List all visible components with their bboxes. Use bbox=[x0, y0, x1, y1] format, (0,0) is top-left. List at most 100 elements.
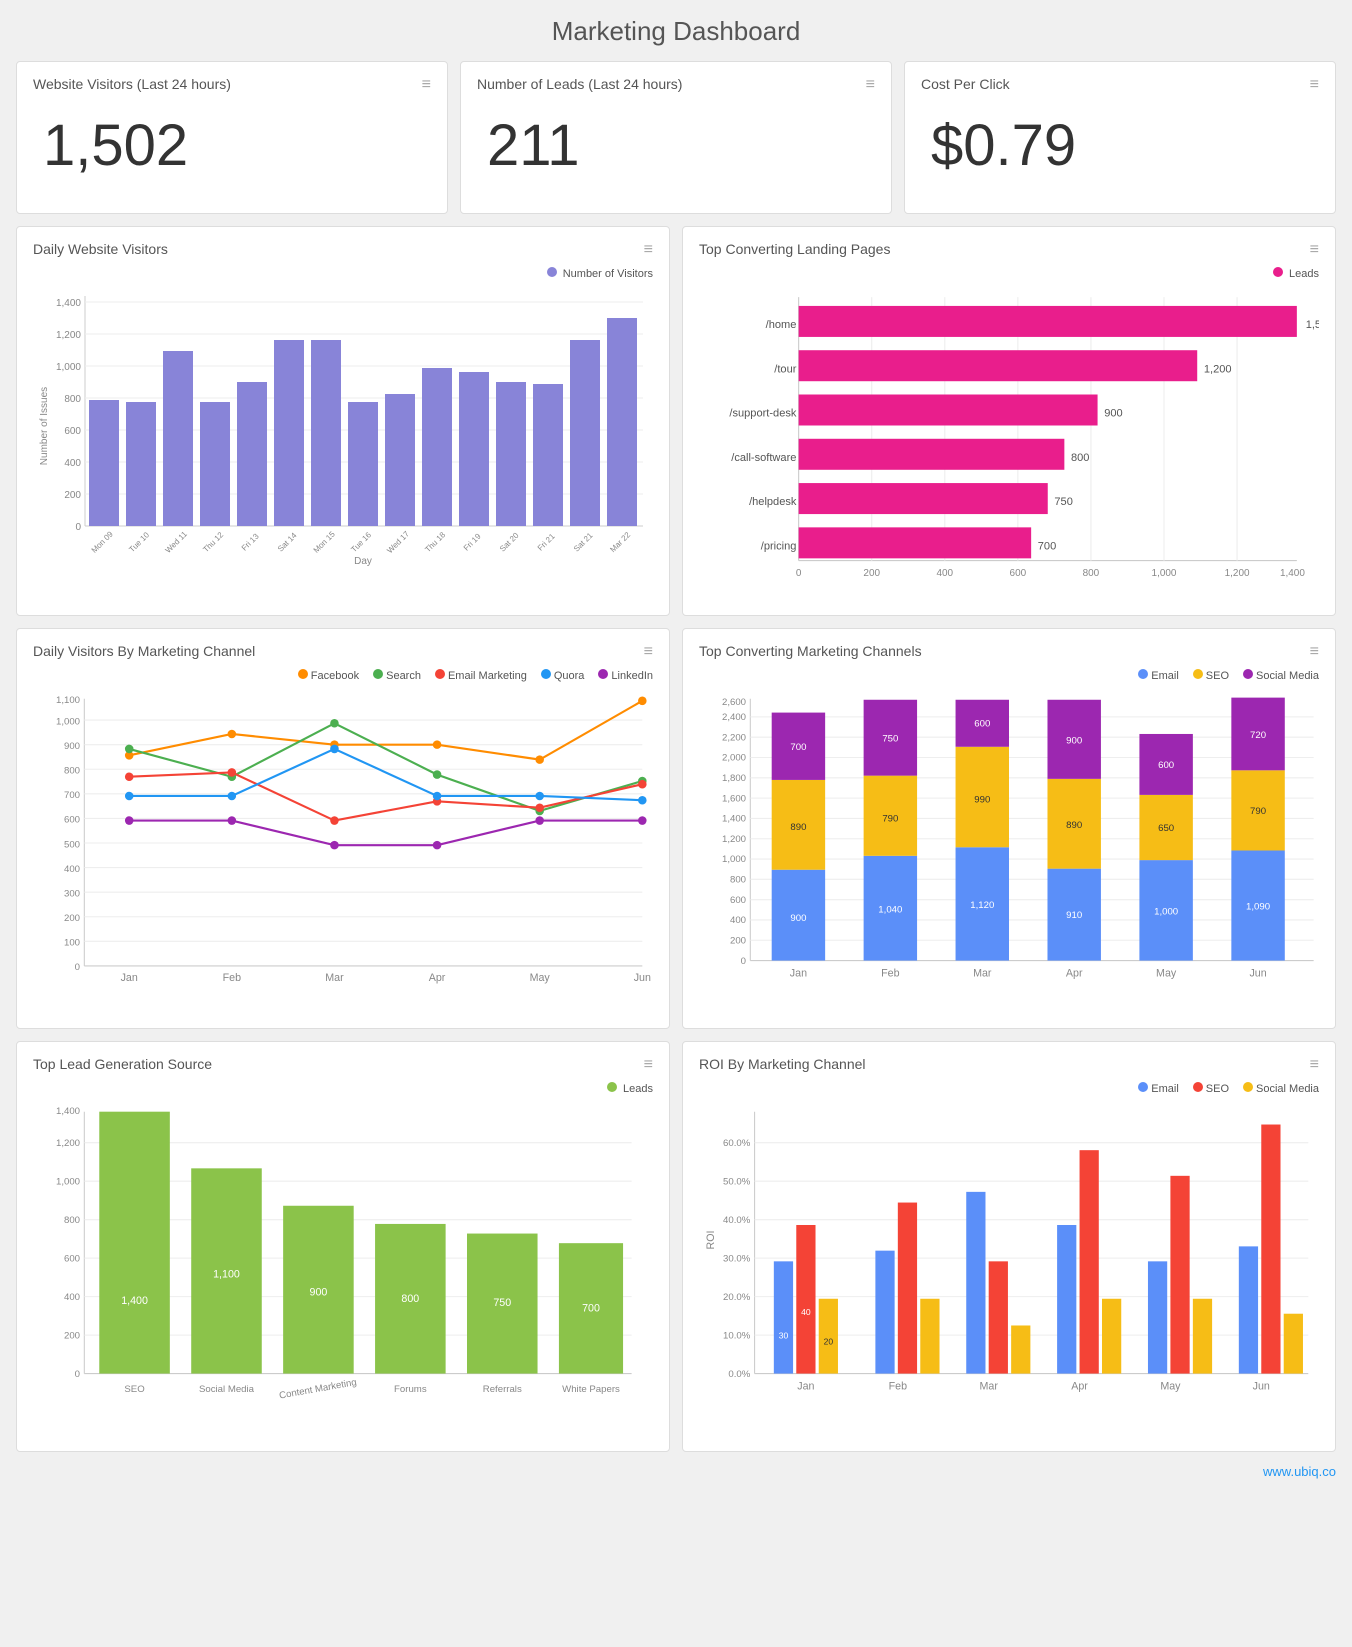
legend-email-mkt: Email Marketing bbox=[435, 669, 527, 682]
daily-visitors-legend: Number of Visitors bbox=[547, 267, 653, 280]
svg-text:600: 600 bbox=[64, 815, 80, 826]
svg-text:Sat 14: Sat 14 bbox=[276, 530, 299, 553]
svg-text:700: 700 bbox=[582, 1302, 600, 1314]
svg-text:White Papers: White Papers bbox=[562, 1383, 620, 1394]
svg-text:40: 40 bbox=[801, 1306, 811, 1316]
svg-text:/tour: /tour bbox=[774, 363, 796, 375]
lead-gen-title: Top Lead Generation Source bbox=[33, 1056, 212, 1072]
svg-text:600: 600 bbox=[64, 426, 81, 437]
svg-text:890: 890 bbox=[790, 822, 806, 833]
svg-text:/pricing: /pricing bbox=[761, 541, 797, 553]
svg-text:40.0%: 40.0% bbox=[723, 1215, 751, 1226]
svg-text:Mon 09: Mon 09 bbox=[90, 529, 116, 555]
svg-text:/helpdesk: /helpdesk bbox=[749, 496, 797, 508]
kpi-menu-visitors[interactable]: ≡ bbox=[422, 76, 431, 94]
credit: www.ubiq.co bbox=[16, 1464, 1336, 1479]
svg-text:20.0%: 20.0% bbox=[723, 1292, 751, 1303]
svg-text:700: 700 bbox=[1038, 541, 1056, 553]
svg-text:1,200: 1,200 bbox=[722, 834, 746, 845]
kpi-label-visitors: Website Visitors (Last 24 hours) bbox=[33, 76, 231, 92]
svg-text:20: 20 bbox=[824, 1336, 834, 1346]
svg-text:650: 650 bbox=[1158, 823, 1174, 834]
svg-text:800: 800 bbox=[730, 875, 746, 886]
svg-text:400: 400 bbox=[64, 1292, 80, 1303]
svg-text:1,000: 1,000 bbox=[722, 854, 746, 865]
svg-text:890: 890 bbox=[1066, 820, 1082, 831]
svg-text:200: 200 bbox=[730, 935, 746, 946]
svg-text:1,000: 1,000 bbox=[56, 362, 81, 373]
svg-text:800: 800 bbox=[64, 394, 81, 405]
svg-text:800: 800 bbox=[64, 1215, 80, 1226]
svg-text:900: 900 bbox=[1066, 736, 1082, 747]
svg-text:900: 900 bbox=[1104, 408, 1122, 420]
svg-text:Sat 21: Sat 21 bbox=[572, 530, 595, 553]
svg-text:1,000: 1,000 bbox=[56, 1176, 80, 1187]
top-channels-menu[interactable]: ≡ bbox=[1310, 643, 1319, 661]
svg-text:1,100: 1,100 bbox=[213, 1268, 240, 1280]
card-daily-visitors: Daily Website Visitors ≡ Number of Visit… bbox=[16, 226, 670, 616]
svg-text:600: 600 bbox=[1158, 760, 1174, 771]
svg-text:1,200: 1,200 bbox=[56, 330, 81, 341]
svg-text:Feb: Feb bbox=[223, 972, 241, 984]
row-4: Top Lead Generation Source ≡ Leads 0 200… bbox=[16, 1041, 1336, 1452]
svg-text:600: 600 bbox=[974, 718, 990, 729]
svg-text:790: 790 bbox=[882, 814, 898, 825]
svg-text:Jun: Jun bbox=[1249, 968, 1266, 980]
svg-text:600: 600 bbox=[1010, 568, 1027, 579]
svg-text:Referrals: Referrals bbox=[483, 1383, 522, 1394]
landing-pages-title: Top Converting Landing Pages bbox=[699, 241, 890, 257]
svg-text:720: 720 bbox=[1250, 730, 1266, 741]
svg-text:Number of Issues: Number of Issues bbox=[39, 387, 50, 465]
svg-text:0: 0 bbox=[75, 962, 80, 973]
daily-visitors-svg: Number of Issues 0 200 400 600 800 1,000… bbox=[33, 286, 653, 566]
svg-text:700: 700 bbox=[64, 790, 80, 801]
svg-text:Mar: Mar bbox=[325, 972, 344, 984]
daily-visitors-menu[interactable]: ≡ bbox=[644, 241, 653, 259]
roi-title: ROI By Marketing Channel bbox=[699, 1056, 866, 1072]
roi-legend-seo: SEO bbox=[1193, 1082, 1229, 1095]
top-channels-title: Top Converting Marketing Channels bbox=[699, 643, 922, 659]
legend-email: Email bbox=[1138, 669, 1179, 682]
svg-text:1,200: 1,200 bbox=[1225, 568, 1250, 579]
svg-text:Tue 16: Tue 16 bbox=[349, 530, 373, 554]
svg-text:Fri 19: Fri 19 bbox=[462, 531, 483, 552]
kpi-menu-leads[interactable]: ≡ bbox=[866, 76, 875, 94]
svg-text:1,120: 1,120 bbox=[970, 900, 994, 911]
card-channel-visitors: Daily Visitors By Marketing Channel ≡ Fa… bbox=[16, 628, 670, 1029]
svg-text:Apr: Apr bbox=[429, 972, 446, 984]
svg-text:Tue 10: Tue 10 bbox=[127, 530, 151, 554]
svg-text:1,040: 1,040 bbox=[878, 904, 902, 915]
svg-text:Fri 13: Fri 13 bbox=[240, 531, 261, 552]
svg-text:1,400: 1,400 bbox=[121, 1295, 148, 1307]
svg-text:Feb: Feb bbox=[881, 968, 899, 980]
svg-text:Social Media: Social Media bbox=[199, 1383, 255, 1394]
kpi-menu-cpc[interactable]: ≡ bbox=[1310, 76, 1319, 94]
landing-pages-menu[interactable]: ≡ bbox=[1310, 241, 1319, 259]
svg-text:200: 200 bbox=[64, 913, 80, 924]
legend-seo: SEO bbox=[1193, 669, 1229, 682]
svg-text:Wed 17: Wed 17 bbox=[385, 529, 411, 555]
svg-text:600: 600 bbox=[730, 895, 746, 906]
lead-gen-menu[interactable]: ≡ bbox=[644, 1056, 653, 1074]
kpi-card-leads: Number of Leads (Last 24 hours) ≡ 211 bbox=[460, 61, 892, 214]
svg-text:910: 910 bbox=[1066, 910, 1082, 921]
svg-text:200: 200 bbox=[64, 1330, 80, 1341]
svg-text:500: 500 bbox=[64, 839, 80, 850]
lead-gen-svg: 0 200 400 600 800 1,000 1,200 1,400 1,40… bbox=[33, 1101, 653, 1432]
lead-gen-legend: Leads bbox=[607, 1082, 653, 1095]
card-landing-pages: Top Converting Landing Pages ≡ Leads 0 2… bbox=[682, 226, 1336, 616]
top-channels-chart: 0 200 400 600 800 1,000 1,200 1,400 1,60… bbox=[699, 688, 1319, 1014]
svg-text:Apr: Apr bbox=[1066, 968, 1083, 980]
svg-text:1,000: 1,000 bbox=[1154, 907, 1178, 918]
svg-text:Wed 11: Wed 11 bbox=[164, 529, 190, 555]
channel-visitors-menu[interactable]: ≡ bbox=[644, 643, 653, 661]
svg-text:Jun: Jun bbox=[1253, 1380, 1270, 1392]
svg-text:800: 800 bbox=[401, 1293, 419, 1305]
svg-text:1,500: 1,500 bbox=[1306, 319, 1319, 331]
roi-menu[interactable]: ≡ bbox=[1310, 1056, 1319, 1074]
svg-text:30: 30 bbox=[779, 1330, 789, 1340]
svg-text:SEO: SEO bbox=[124, 1383, 145, 1394]
svg-text:300: 300 bbox=[64, 888, 80, 899]
svg-text:Thu 12: Thu 12 bbox=[201, 530, 225, 554]
svg-text:200: 200 bbox=[64, 490, 81, 501]
